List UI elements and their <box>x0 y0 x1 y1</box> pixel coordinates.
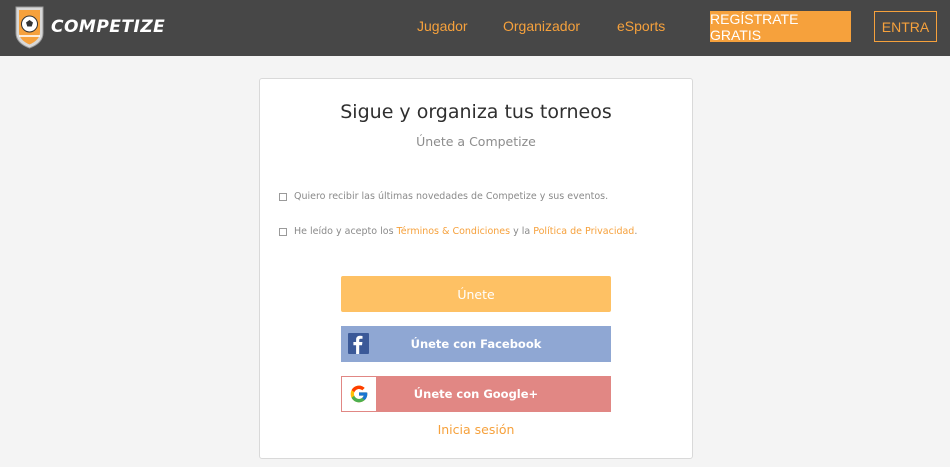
join-facebook-button[interactable]: Únete con Facebook <box>341 326 611 362</box>
newsletter-checkbox[interactable] <box>279 192 287 201</box>
card-title: Sigue y organiza tus torneos <box>340 101 612 123</box>
brand-name: COMPETIZE <box>51 17 166 37</box>
newsletter-option: Quiero recibir las últimas novedades de … <box>279 191 608 202</box>
terms-suffix: . <box>634 226 638 237</box>
join-button[interactable]: Únete <box>341 276 611 312</box>
terms-label: He leído y acepto los Términos & Condici… <box>294 226 637 237</box>
signin-link[interactable]: Inicia sesión <box>260 422 692 437</box>
facebook-button-label: Únete con Facebook <box>410 337 542 351</box>
terms-conditions-link[interactable]: Términos & Condiciones <box>397 226 511 237</box>
google-icon <box>342 377 376 411</box>
join-button-label: Únete <box>457 286 495 302</box>
terms-checkbox[interactable] <box>279 227 287 236</box>
nav-link-esports[interactable]: eSports <box>617 18 665 34</box>
soccer-ball-shield-icon <box>15 6 44 49</box>
newsletter-label: Quiero recibir las últimas novedades de … <box>294 191 609 202</box>
privacy-policy-link[interactable]: Política de Privacidad <box>533 226 634 237</box>
login-button[interactable]: ENTRA <box>874 11 937 42</box>
google-button-label: Únete con Google+ <box>413 387 539 401</box>
terms-prefix: He leído y acepto los <box>294 226 397 237</box>
signup-card: Sigue y organiza tus torneos Únete a Com… <box>259 78 693 459</box>
facebook-icon <box>348 333 369 354</box>
nav-link-organizer[interactable]: Organizador <box>503 18 580 34</box>
top-navigation-bar: COMPETIZE Jugador Organizador eSports RE… <box>0 0 950 56</box>
nav-link-player[interactable]: Jugador <box>417 18 468 34</box>
brand-logo[interactable]: COMPETIZE <box>14 5 165 49</box>
terms-option: He leído y acepto los Términos & Condici… <box>279 226 637 237</box>
join-google-button[interactable]: Únete con Google+ <box>341 376 611 412</box>
terms-middle: y la <box>510 226 534 237</box>
card-subtitle: Únete a Competize <box>416 134 536 149</box>
register-free-button[interactable]: REGÍSTRATE GRATIS <box>710 11 851 43</box>
